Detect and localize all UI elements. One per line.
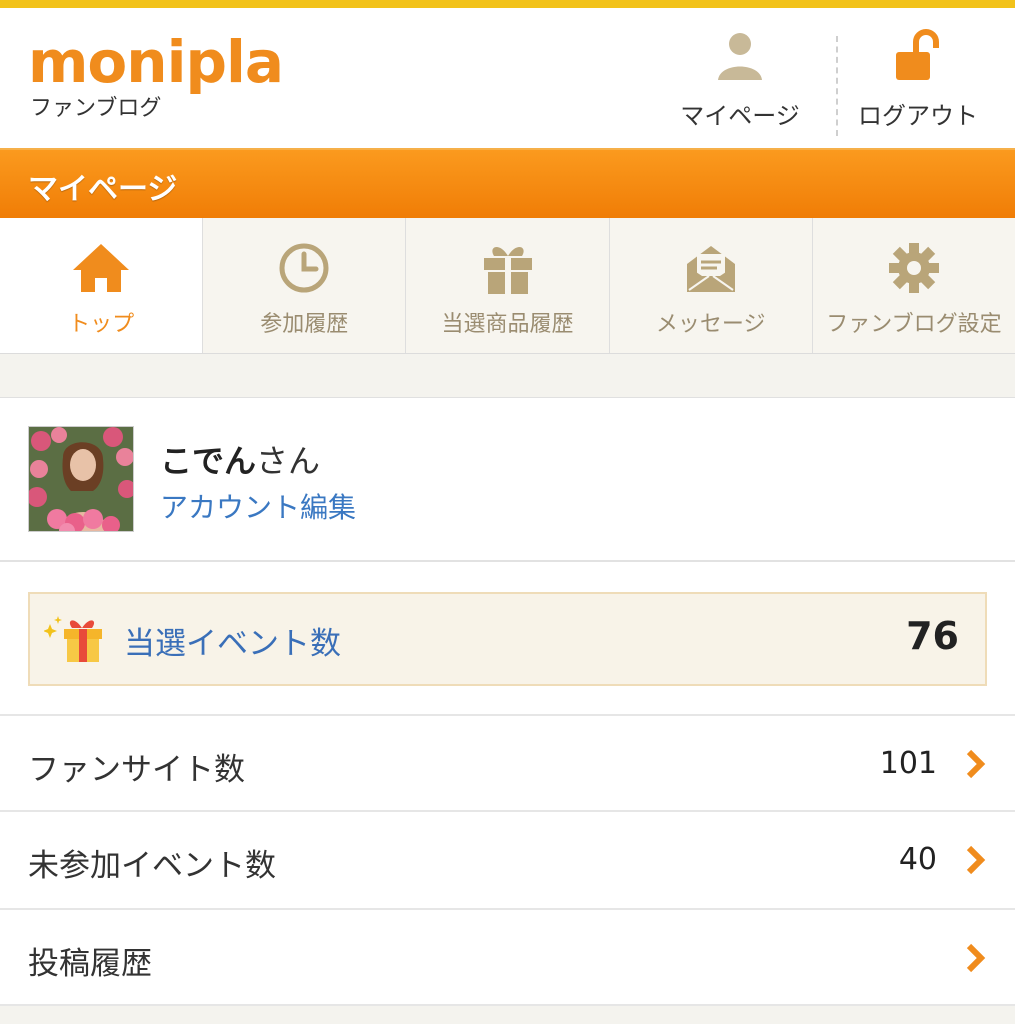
unlock-icon — [896, 29, 939, 80]
section-title: マイページ — [28, 172, 178, 207]
logout-button[interactable]: ログアウト — [848, 28, 988, 131]
tab-messages-label: メッセージ — [655, 312, 766, 337]
user-icon — [718, 33, 762, 80]
unjoined-events-value: 40 — [898, 842, 937, 877]
gear-icon — [888, 243, 939, 293]
unjoined-events-row[interactable]: 未参加イベント数 40 — [0, 812, 1015, 908]
bottom-strip — [0, 1006, 1015, 1024]
user-name-suffix: さん — [256, 442, 321, 480]
unjoined-events-label: 未参加イベント数 — [28, 848, 276, 884]
fansite-count-row[interactable]: ファンサイト数 101 — [0, 716, 1015, 812]
tab-top-label: トップ — [68, 312, 135, 337]
mypage-button[interactable]: マイページ — [672, 28, 808, 131]
chevron-right-icon — [966, 749, 986, 779]
fansite-count-value: 101 — [879, 746, 937, 781]
envelope-icon — [686, 246, 735, 292]
tab-prize-label: 当選商品履歴 — [441, 312, 574, 337]
logo-text: monipla — [28, 28, 284, 96]
gift-sparkle-icon — [44, 616, 102, 662]
tab-messages[interactable]: メッセージ — [609, 218, 813, 353]
top-accent-line — [0, 0, 1015, 8]
profile-card: こでんさん アカウント編集 — [0, 398, 1015, 562]
chevron-right-icon — [966, 943, 986, 973]
tab-bar: トップ 参加履歴 当選商品履歴 メッセージ ファンブログ設定 — [0, 218, 1015, 354]
tab-prize-history[interactable]: 当選商品履歴 — [406, 218, 610, 353]
post-history-label: 投稿履歴 — [28, 946, 152, 982]
app-header: monipla ファンブログ マイページ ログアウト — [0, 8, 1015, 148]
account-edit-link[interactable]: アカウント編集 — [160, 486, 356, 526]
mypage-label: マイページ — [680, 102, 800, 130]
tab-settings-label: ファンブログ設定 — [826, 312, 1002, 337]
logout-label: ログアウト — [858, 102, 978, 130]
avatar[interactable] — [28, 426, 134, 532]
home-icon — [73, 244, 130, 292]
post-history-row[interactable]: 投稿履歴 — [0, 910, 1015, 1006]
avatar-image — [29, 427, 133, 531]
user-name: こでんさん — [160, 436, 320, 482]
winning-events-box[interactable]: 当選イベント数 76 — [28, 592, 987, 686]
spacer-strip — [0, 354, 1015, 398]
winning-events-label: 当選イベント数 — [124, 626, 341, 662]
fansite-count-label: ファンサイト数 — [28, 752, 245, 788]
tab-top[interactable]: トップ — [0, 218, 204, 353]
chevron-right-icon — [966, 845, 986, 875]
winning-events-count: 76 — [906, 614, 959, 658]
monipla-logo[interactable]: monipla ファンブログ — [28, 28, 284, 122]
header-divider — [836, 36, 838, 136]
tab-participation-label: 参加履歴 — [260, 312, 349, 337]
clock-icon — [279, 243, 329, 293]
gift-icon — [483, 246, 532, 294]
section-title-bar: マイページ — [0, 148, 1015, 218]
tab-participation-history[interactable]: 参加履歴 — [203, 218, 407, 353]
tab-fanblog-settings[interactable]: ファンブログ設定 — [812, 218, 1015, 353]
user-name-text: こでん — [160, 442, 257, 480]
